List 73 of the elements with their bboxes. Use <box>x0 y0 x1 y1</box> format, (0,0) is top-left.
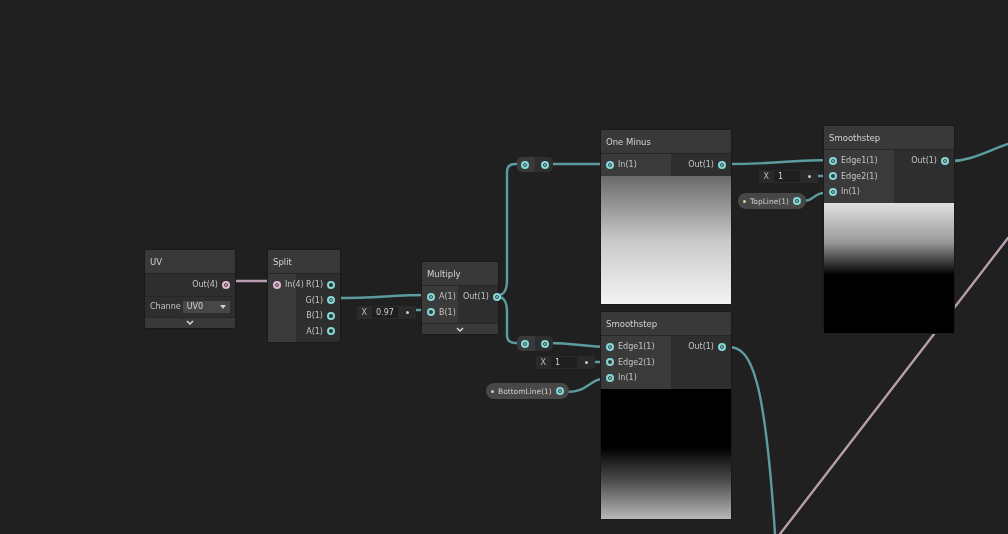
port-label: A(1) <box>439 292 456 302</box>
port-label: Out(1) <box>463 292 489 302</box>
port-icon[interactable] <box>792 197 801 205</box>
port-icon[interactable] <box>606 160 614 169</box>
port-icon[interactable] <box>829 187 837 196</box>
port-icon[interactable] <box>829 172 837 181</box>
node-title: Smoothstep <box>824 126 954 150</box>
port-icon <box>807 174 811 178</box>
port-label: Edge2(1) <box>841 171 878 181</box>
port-label: A(1) <box>306 326 323 336</box>
value-field[interactable]: X 1 <box>535 355 595 369</box>
port-icon[interactable] <box>941 156 949 165</box>
value-field[interactable]: X 1 <box>758 169 818 183</box>
port-icon[interactable] <box>541 160 549 169</box>
port-label: R(1) <box>306 280 323 290</box>
port-icon <box>584 360 588 364</box>
port-icon[interactable] <box>555 387 564 395</box>
axis-label: X <box>360 307 368 317</box>
reroute-node[interactable] <box>517 157 553 172</box>
node-title: UV <box>145 250 235 274</box>
port-icon[interactable] <box>427 308 435 317</box>
port-icon[interactable] <box>829 156 837 165</box>
port-label: Out(4) <box>192 280 218 290</box>
axis-label: X <box>762 171 770 181</box>
port-icon[interactable] <box>327 296 335 305</box>
port-label: Out(1) <box>688 160 714 170</box>
chevron-icon <box>456 326 464 332</box>
dot-icon <box>491 389 494 393</box>
port-icon[interactable] <box>606 358 614 367</box>
port-label: Out(1) <box>688 342 714 352</box>
caret-icon <box>220 304 226 309</box>
port-icon[interactable] <box>327 280 335 289</box>
port-label: In(4) <box>285 280 304 290</box>
port-label: B(1) <box>439 307 456 317</box>
axis-label: X <box>539 357 547 367</box>
port-label: G(1) <box>305 295 323 305</box>
value-input[interactable]: 1 <box>551 356 577 368</box>
value-input[interactable]: 0.97 <box>372 306 398 318</box>
port-icon[interactable] <box>718 342 726 351</box>
value-input[interactable]: 1 <box>774 170 800 182</box>
port-icon[interactable] <box>327 311 335 320</box>
port-label: In(1) <box>618 160 637 170</box>
port-icon[interactable] <box>521 339 529 348</box>
node-title: Smoothstep <box>601 312 731 336</box>
port-icon[interactable] <box>541 339 549 348</box>
dropdown-value: UV0 <box>186 302 204 311</box>
port-label: In(1) <box>618 373 637 383</box>
port-icon[interactable] <box>492 292 501 301</box>
port-icon <box>405 310 409 314</box>
port-icon[interactable] <box>427 292 435 301</box>
port-icon[interactable] <box>327 327 335 336</box>
control-label: Channe <box>150 302 181 311</box>
port-icon[interactable] <box>273 280 281 289</box>
expand-button[interactable] <box>422 323 498 334</box>
port-label: Edge1(1) <box>841 156 878 166</box>
port-label: In(1) <box>841 187 860 197</box>
node-title: One Minus <box>601 130 731 154</box>
node-title: Multiply <box>422 262 498 286</box>
chevron-icon <box>186 320 194 325</box>
port-icon[interactable] <box>606 373 614 382</box>
port-icon[interactable] <box>521 160 529 169</box>
port-icon[interactable] <box>606 342 614 351</box>
port-icon[interactable] <box>222 280 230 289</box>
port-label: Edge1(1) <box>618 342 655 352</box>
value-field[interactable]: X 0.97 <box>356 305 416 319</box>
port-icon[interactable] <box>718 160 726 169</box>
node-title: Split <box>268 250 340 274</box>
port-label: Edge2(1) <box>618 357 655 367</box>
port-label: Out(1) <box>911 156 937 166</box>
channel-dropdown[interactable]: UV0 <box>182 300 230 313</box>
port-label: B(1) <box>306 311 323 321</box>
reroute-node[interactable] <box>517 336 553 351</box>
dot-icon <box>743 199 746 203</box>
